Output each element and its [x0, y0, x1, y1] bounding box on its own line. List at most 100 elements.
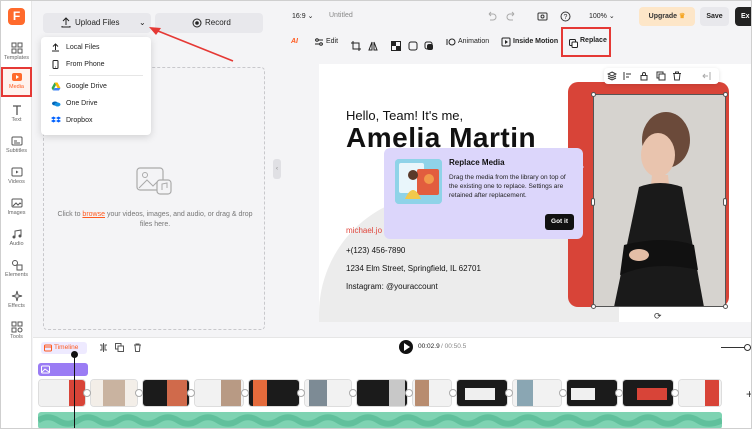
- collapse-toolbar-icon[interactable]: [702, 71, 712, 81]
- menu-item-local-files[interactable]: Local Files: [41, 39, 151, 56]
- transition-handle[interactable]: [187, 389, 195, 397]
- delete-icon[interactable]: [672, 71, 682, 81]
- selection-box: [593, 94, 726, 307]
- checkerboard-icon[interactable]: [391, 37, 401, 55]
- timeline-clip[interactable]: [304, 379, 352, 407]
- inside-motion-icon: [501, 37, 511, 47]
- lock-icon[interactable]: [639, 71, 649, 81]
- timeline-clip[interactable]: [412, 379, 452, 407]
- sidebar-item-label: Images: [7, 210, 26, 216]
- menu-item-google-drive[interactable]: Google Drive: [41, 78, 151, 95]
- transition-handle[interactable]: [349, 389, 357, 397]
- timeline-clip[interactable]: [622, 379, 674, 407]
- images-icon: [11, 198, 22, 208]
- browse-link[interactable]: browse: [82, 211, 105, 218]
- layers-icon[interactable]: [607, 71, 617, 81]
- replace-button[interactable]: Replace: [561, 27, 611, 57]
- onedrive-icon: [52, 101, 61, 107]
- shadow-icon[interactable]: [424, 37, 434, 55]
- panel-collapse-handle[interactable]: ‹: [273, 159, 281, 179]
- timeline-clip[interactable]: [678, 379, 722, 407]
- audio-track[interactable]: [38, 412, 722, 428]
- playhead[interactable]: [74, 354, 75, 428]
- transition-handle[interactable]: [615, 389, 623, 397]
- sidebar-item-effects[interactable]: Effects: [1, 287, 32, 317]
- export-button[interactable]: Ex: [735, 7, 751, 26]
- sidebar-item-audio[interactable]: Audio: [1, 225, 32, 255]
- border-icon[interactable]: [408, 37, 418, 55]
- resize-handle[interactable]: [723, 304, 728, 309]
- align-icon[interactable]: [623, 71, 633, 81]
- redo-icon[interactable]: [506, 11, 517, 22]
- timeline-toggle[interactable]: Timeline: [41, 342, 87, 354]
- greeting-text[interactable]: Hello, Team! It's me,: [346, 108, 463, 123]
- sidebar-item-label: Text: [11, 117, 22, 123]
- text-track-clip[interactable]: [38, 363, 88, 376]
- timeline-zoom-knob[interactable]: [744, 344, 751, 351]
- sidebar-item-text[interactable]: Text: [1, 101, 32, 131]
- upgrade-button[interactable]: Upgrade ♛: [639, 7, 695, 26]
- address-text[interactable]: 1234 Elm Street, Springfield, IL 62701: [346, 264, 481, 273]
- rotate-icon[interactable]: ⟳: [654, 311, 662, 322]
- menu-divider: [49, 75, 143, 76]
- timeline-clip[interactable]: [456, 379, 508, 407]
- timeline-clip[interactable]: [356, 379, 408, 407]
- phone-icon: [52, 60, 59, 69]
- timeline-clip[interactable]: [566, 379, 618, 407]
- got-it-button[interactable]: Got it: [545, 214, 574, 230]
- phone-text[interactable]: +(123) 456-7890: [346, 246, 405, 255]
- help-icon[interactable]: ?: [560, 11, 571, 22]
- sidebar-item-label: Elements: [5, 272, 28, 278]
- duplicate-icon[interactable]: [656, 71, 666, 81]
- duplicate-icon[interactable]: [115, 343, 124, 352]
- aspect-ratio-select[interactable]: 16:9 ⌄: [292, 12, 313, 20]
- timeline-clip[interactable]: [90, 379, 138, 407]
- transition-handle[interactable]: [449, 389, 457, 397]
- play-button[interactable]: [399, 340, 413, 354]
- transition-handle[interactable]: [559, 389, 567, 397]
- menu-item-label: One Drive: [66, 100, 98, 107]
- flip-icon[interactable]: [368, 37, 378, 55]
- sidebar-item-tools[interactable]: Tools: [1, 318, 32, 348]
- delete-icon[interactable]: [133, 343, 142, 352]
- sidebar-item-videos[interactable]: Videos: [1, 163, 32, 193]
- sidebar-item-media[interactable]: Media: [1, 67, 32, 97]
- timeline-clip[interactable]: [194, 379, 244, 407]
- crop-icon[interactable]: [351, 37, 361, 55]
- transition-handle[interactable]: [83, 389, 91, 397]
- transition-handle[interactable]: [671, 389, 679, 397]
- timeline-clip[interactable]: [248, 379, 300, 407]
- resize-handle[interactable]: [591, 198, 595, 206]
- social-text[interactable]: Instagram: @youraccount: [346, 282, 438, 291]
- undo-icon[interactable]: [486, 11, 497, 22]
- zoom-select[interactable]: 100% ⌄: [589, 12, 615, 20]
- sidebar-item-templates[interactable]: Templates: [1, 39, 32, 69]
- project-title[interactable]: Untitled: [329, 12, 353, 19]
- add-clip-icon[interactable]: +: [746, 387, 751, 401]
- timeline-clip[interactable]: [142, 379, 190, 407]
- transition-handle[interactable]: [505, 389, 513, 397]
- sidebar-item-elements[interactable]: Elements: [1, 256, 32, 286]
- transition-handle[interactable]: [135, 389, 143, 397]
- menu-item-from-phone[interactable]: From Phone: [41, 56, 151, 73]
- sidebar-item-subtitles[interactable]: Subtitles: [1, 132, 32, 162]
- transition-handle[interactable]: [405, 389, 413, 397]
- transition-handle[interactable]: [297, 389, 305, 397]
- transition-handle[interactable]: [241, 389, 249, 397]
- screenshot-icon[interactable]: [537, 11, 548, 22]
- email-text[interactable]: michael.jo: [346, 226, 382, 235]
- menu-item-one-drive[interactable]: One Drive: [41, 95, 151, 112]
- timeline-clip[interactable]: [38, 379, 86, 407]
- save-button[interactable]: Save: [700, 7, 729, 26]
- resize-handle[interactable]: [723, 198, 727, 206]
- element-toolbar: AI Edit Animation Inside Motion Replace: [284, 27, 751, 57]
- resize-handle[interactable]: [591, 304, 596, 309]
- split-icon[interactable]: [99, 343, 108, 352]
- resize-handle[interactable]: [723, 92, 728, 97]
- sidebar-item-images[interactable]: Images: [1, 194, 32, 224]
- timeline-clip[interactable]: [512, 379, 562, 407]
- menu-item-dropbox[interactable]: Dropbox: [41, 112, 151, 129]
- upload-files-button[interactable]: Upload Files ⌄: [43, 13, 151, 33]
- playhead-knob[interactable]: [71, 351, 78, 358]
- resize-handle[interactable]: [591, 92, 596, 97]
